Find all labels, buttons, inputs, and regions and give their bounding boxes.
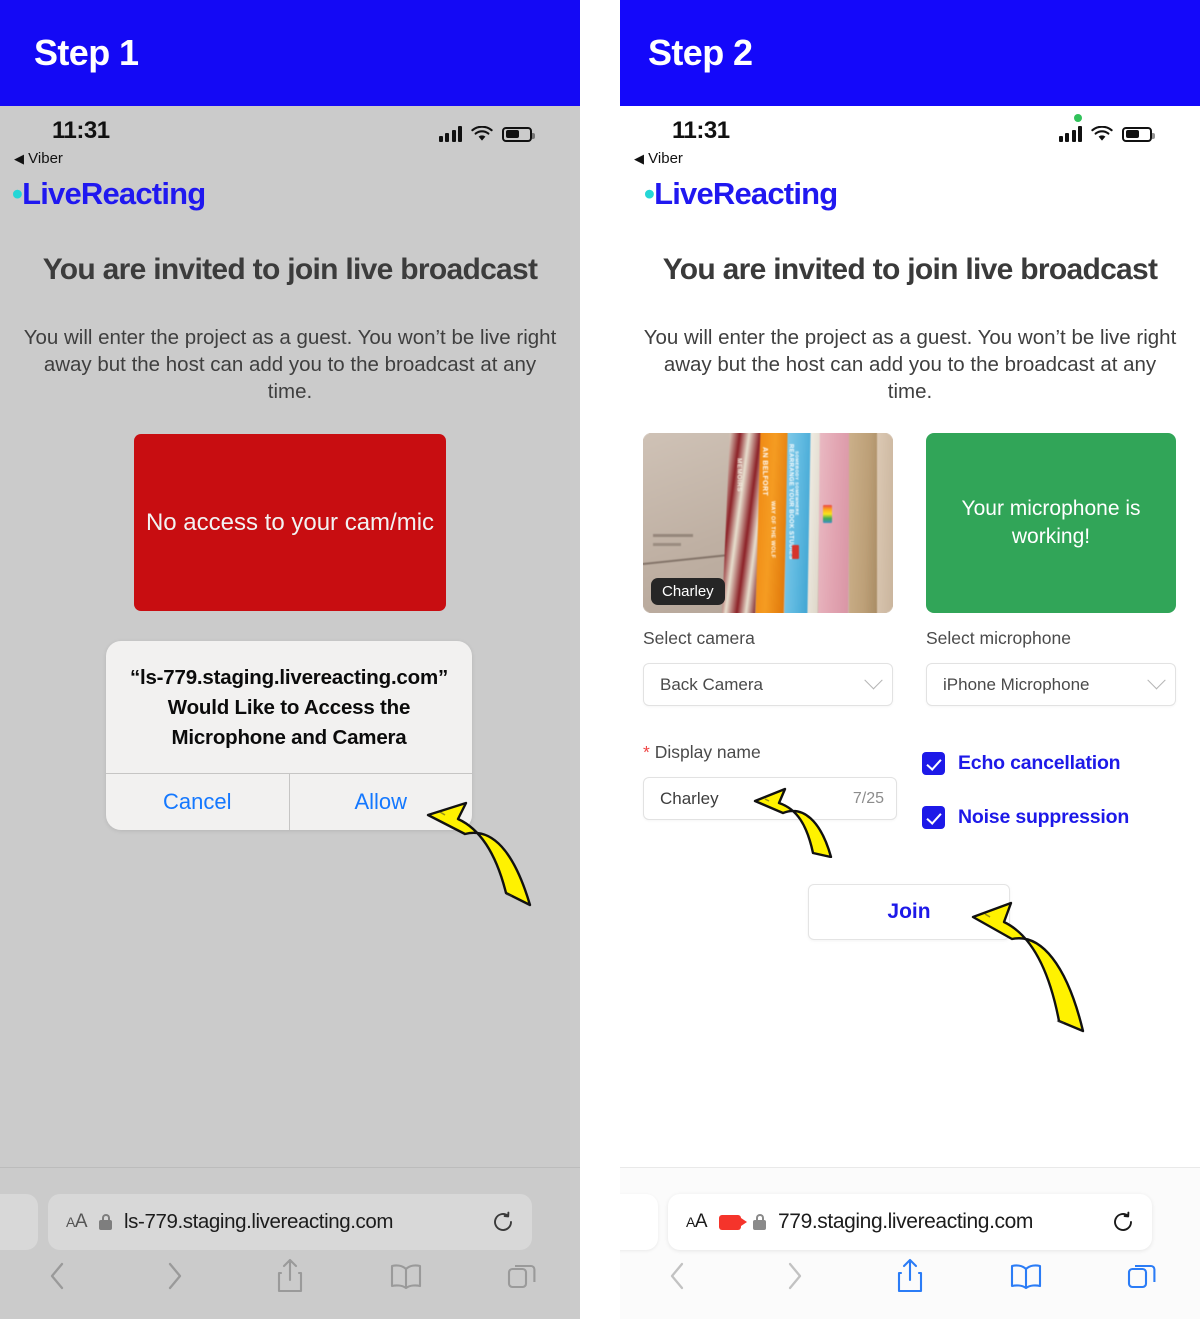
forward-button[interactable] bbox=[116, 1259, 232, 1293]
wifi-icon bbox=[471, 126, 493, 142]
share-button[interactable] bbox=[852, 1258, 968, 1294]
url-text: ls-779.staging.livereacting.com bbox=[124, 1210, 394, 1233]
page-description: You will enter the project as a guest. Y… bbox=[23, 326, 557, 403]
camera-recording-icon bbox=[719, 1214, 748, 1230]
microphone-select[interactable]: iPhone Microphone bbox=[926, 663, 1176, 706]
chevron-down-icon bbox=[864, 671, 883, 690]
tabs-button[interactable] bbox=[464, 1261, 580, 1291]
camera-select-value: Back Camera bbox=[660, 674, 763, 694]
step-1-banner: Step 1 bbox=[0, 0, 580, 106]
back-app-name: Viber bbox=[28, 150, 63, 167]
page-description: You will enter the project as a guest. Y… bbox=[643, 326, 1177, 403]
livereacting-logo: •LiveReacting bbox=[12, 176, 206, 212]
logo-text: LiveReacting bbox=[22, 176, 206, 211]
reload-icon[interactable] bbox=[1112, 1211, 1134, 1233]
reload-icon[interactable] bbox=[492, 1211, 514, 1233]
echo-cancellation-label: Echo cancellation bbox=[958, 752, 1121, 774]
select-microphone-label: Select microphone bbox=[926, 628, 1071, 648]
microphone-select-value: iPhone Microphone bbox=[943, 674, 1090, 694]
back-button[interactable] bbox=[620, 1259, 736, 1293]
status-indicators bbox=[1058, 126, 1155, 142]
noise-suppression-checkbox-row[interactable]: Noise suppression bbox=[922, 806, 1129, 829]
checkbox-checked-icon[interactable] bbox=[922, 806, 945, 829]
battery-icon bbox=[502, 126, 535, 142]
cellular-signal-icon bbox=[1058, 126, 1082, 142]
chevron-down-icon bbox=[1147, 671, 1166, 690]
safari-toolbar bbox=[620, 1243, 1200, 1309]
screenshot-canvas: Step 1 11:31 ◀ Viber •LiveReacting You a… bbox=[0, 0, 1200, 1319]
wifi-icon bbox=[1091, 126, 1113, 142]
display-name-input[interactable]: Charley 7/25 bbox=[643, 777, 897, 820]
cancel-button[interactable]: Cancel bbox=[106, 774, 289, 830]
permission-actions: Cancel Allow bbox=[106, 773, 472, 830]
safari-toolbar bbox=[0, 1243, 580, 1309]
page-title: You are invited to join live broadcast bbox=[42, 253, 538, 286]
lock-icon bbox=[99, 1214, 113, 1230]
echo-cancellation-checkbox-row[interactable]: Echo cancellation bbox=[922, 752, 1121, 775]
camera-select[interactable]: Back Camera bbox=[643, 663, 893, 706]
camera-name-badge: Charley bbox=[651, 578, 725, 605]
select-camera-label: Select camera bbox=[643, 628, 755, 648]
url-bar[interactable]: AA 779.staging.livereacting.com bbox=[668, 1194, 1152, 1250]
display-name-label-text: Display name bbox=[654, 742, 761, 762]
back-button[interactable] bbox=[0, 1259, 116, 1293]
step-1-panel: Step 1 11:31 ◀ Viber •LiveReacting You a… bbox=[0, 0, 580, 1319]
no-access-banner: No access to your cam/mic bbox=[134, 434, 446, 611]
adjacent-tab-peek[interactable] bbox=[0, 1194, 38, 1250]
back-triangle-icon: ◀ bbox=[634, 151, 644, 166]
lock-icon bbox=[753, 1214, 767, 1230]
forward-button[interactable] bbox=[736, 1259, 852, 1293]
checkbox-checked-icon[interactable] bbox=[922, 752, 945, 775]
url-text: 779.staging.livereacting.com bbox=[778, 1210, 1033, 1233]
join-button[interactable]: Join bbox=[808, 884, 1010, 940]
back-app-name: Viber bbox=[648, 150, 683, 167]
battery-icon bbox=[1122, 126, 1155, 142]
safari-bottom-bar: AAAA ls-779.staging.livereacting.com bbox=[0, 1167, 580, 1319]
camera-preview: MEMOIRS AN BELFORT WAY OF THE WOLF REARR… bbox=[643, 433, 893, 613]
display-name-counter: 7/25 bbox=[852, 789, 884, 807]
logo-dot-icon: • bbox=[12, 176, 23, 211]
microphone-status-banner: Your microphone is working! bbox=[926, 433, 1176, 613]
noise-suppression-label: Noise suppression bbox=[958, 806, 1130, 828]
livereacting-logo: •LiveReacting bbox=[644, 176, 838, 212]
text-size-button[interactable]: AAAA bbox=[66, 1211, 88, 1233]
bookmarks-button[interactable] bbox=[968, 1262, 1084, 1290]
text-size-button[interactable]: AA bbox=[686, 1211, 708, 1233]
camera-privacy-dot-icon bbox=[1074, 114, 1082, 122]
back-triangle-icon: ◀ bbox=[14, 151, 24, 166]
safari-bottom-bar: AA 779.staging.livereacting.com bbox=[620, 1167, 1200, 1319]
status-indicators bbox=[438, 126, 535, 142]
required-star-icon: * bbox=[643, 742, 650, 762]
share-button[interactable] bbox=[232, 1258, 348, 1294]
adjacent-tab-peek[interactable] bbox=[620, 1194, 658, 1250]
status-time: 11:31 bbox=[672, 117, 730, 144]
permission-message: “ls-779.staging.livereacting.com” Would … bbox=[129, 666, 449, 749]
step-2-banner: Step 2 bbox=[620, 0, 1200, 106]
tabs-button[interactable] bbox=[1084, 1261, 1200, 1291]
status-time: 11:31 bbox=[52, 117, 110, 144]
url-bar[interactable]: AAAA ls-779.staging.livereacting.com bbox=[48, 1194, 532, 1250]
ios-status-bar: 11:31 ◀ Viber bbox=[620, 106, 1200, 168]
step-1-label: Step 1 bbox=[34, 32, 139, 73]
back-to-app-link[interactable]: ◀ Viber bbox=[14, 150, 63, 167]
allow-button[interactable]: Allow bbox=[288, 774, 473, 830]
ios-status-bar: 11:31 ◀ Viber bbox=[0, 106, 580, 168]
back-to-app-link[interactable]: ◀ Viber bbox=[634, 150, 683, 167]
display-name-label: * Display name bbox=[643, 742, 761, 763]
display-name-value: Charley bbox=[660, 788, 719, 808]
logo-dot-icon: • bbox=[644, 176, 655, 211]
step-2-label: Step 2 bbox=[648, 32, 753, 73]
bookmarks-button[interactable] bbox=[348, 1262, 464, 1290]
page-title: You are invited to join live broadcast bbox=[662, 253, 1158, 286]
logo-text: LiveReacting bbox=[654, 176, 838, 211]
ios-permission-dialog: “ls-779.staging.livereacting.com” Would … bbox=[106, 641, 472, 830]
cellular-signal-icon bbox=[438, 126, 462, 142]
step-2-panel: Step 2 11:31 ◀ Viber •LiveReacting You a… bbox=[620, 0, 1200, 1319]
